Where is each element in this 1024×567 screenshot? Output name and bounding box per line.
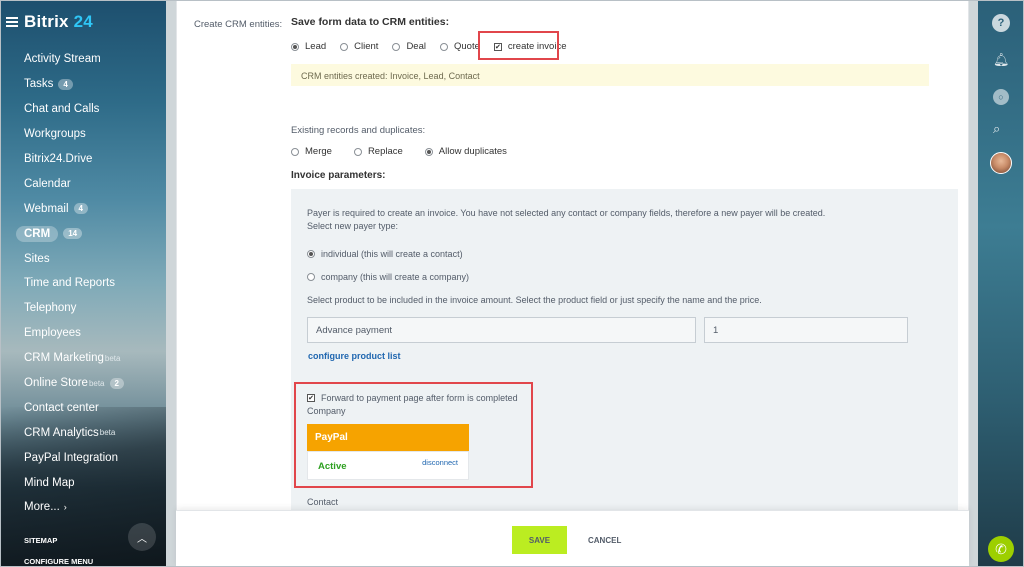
sidebar-item-crm-analytics[interactable]: CRM Analytics beta: [0, 420, 166, 445]
left-sidebar: Bitrix 24 Activity Stream Tasks 4 Chat an…: [0, 0, 166, 567]
online-store-count-badge: 2: [109, 377, 124, 389]
save-form-title: Save form data to CRM entities:: [291, 16, 450, 28]
background-strip-right: [969, 0, 978, 567]
sidebar-item-crm-marketing[interactable]: CRM Marketing beta: [0, 346, 166, 371]
payer-type-company[interactable]: company (this will create a company): [307, 272, 469, 282]
product-info-text: Select product to be included in the inv…: [307, 295, 762, 305]
sidebar-item-drive[interactable]: Bitrix24.Drive: [0, 147, 166, 172]
radio-lead-input[interactable]: [291, 42, 299, 51]
radio-deal[interactable]: Deal: [392, 41, 426, 52]
radio-quote-input[interactable]: [439, 42, 448, 51]
radio-merge-input[interactable]: [291, 147, 299, 156]
tasks-count-badge: 4: [58, 78, 73, 90]
radio-merge[interactable]: Merge: [291, 146, 332, 157]
payer-type-individual[interactable]: individual (this will create a contact): [307, 249, 463, 259]
sidebar-item-webmail[interactable]: Webmail 4: [0, 196, 166, 221]
crm-entities-notice: CRM entities created: Invoice, Lead, Con…: [291, 64, 929, 86]
sidebar-item-mind-map[interactable]: Mind Map: [0, 470, 166, 495]
configure-menu-link[interactable]: CONFIGURE MENU: [24, 557, 93, 566]
sidebar-item-telephony[interactable]: Telephony: [0, 296, 166, 321]
highlight-payment-forward: [294, 382, 533, 488]
payer-info-text: Payer is required to create an invoice. …: [307, 208, 826, 218]
sidebar-item-employees[interactable]: Employees: [0, 321, 166, 346]
highlight-create-invoice: [478, 31, 559, 60]
more-arrow-icon: ›: [63, 502, 67, 513]
radio-lead[interactable]: Lead: [291, 41, 326, 52]
sidebar-item-crm[interactable]: CRM 14: [0, 221, 166, 246]
radio-allow-duplicates[interactable]: Allow duplicates: [424, 146, 507, 157]
help-icon[interactable]: ?: [992, 14, 1010, 32]
sidebar-item-tasks[interactable]: Tasks 4: [0, 72, 166, 97]
search-icon[interactable]: ⌕: [993, 121, 1000, 137]
radio-client[interactable]: Client: [340, 41, 378, 52]
sidebar-item-workgroups[interactable]: Workgroups: [0, 122, 166, 147]
brand-logo[interactable]: Bitrix 24: [24, 12, 93, 32]
sidebar-item-activity-stream[interactable]: Activity Stream: [0, 47, 166, 72]
background-strip-left: [166, 0, 176, 567]
sidebar-item-online-store[interactable]: Online Store beta 2: [0, 371, 166, 396]
form-footer: SAVE CANCEL: [176, 510, 969, 567]
phone-icon[interactable]: ✆: [988, 536, 1014, 562]
cancel-button[interactable]: CANCEL: [588, 526, 621, 554]
radio-company-input[interactable]: [307, 273, 315, 281]
right-panel: ? 🔔︎ ○ ⌕ ✆: [978, 0, 1024, 567]
avatar[interactable]: [990, 152, 1012, 174]
sidebar-item-contact-center[interactable]: Contact center: [0, 395, 166, 420]
product-quantity-field[interactable]: 1: [704, 317, 908, 343]
save-button[interactable]: SAVE: [512, 526, 567, 554]
webmail-count-badge: 4: [73, 203, 88, 215]
radio-client-input[interactable]: [340, 42, 349, 51]
sidebar-item-paypal-integration[interactable]: PayPal Integration: [0, 445, 166, 470]
duplicates-label: Existing records and duplicates:: [291, 125, 426, 136]
sidebar-item-calendar[interactable]: Calendar: [0, 171, 166, 196]
configure-product-list-link[interactable]: configure product list: [308, 351, 401, 361]
product-name-field[interactable]: Advance payment: [307, 317, 696, 343]
chat-icon[interactable]: ○: [993, 89, 1009, 105]
sidebar-item-sites[interactable]: Sites: [0, 246, 166, 271]
contact-label: Contact: [307, 497, 339, 507]
crm-count-badge: 14: [63, 228, 83, 240]
invoice-parameters-title: Invoice parameters:: [291, 170, 386, 181]
sidebar-item-chat-and-calls[interactable]: Chat and Calls: [0, 97, 166, 122]
sidebar-menu: Activity Stream Tasks 4 Chat and Calls Wo…: [0, 47, 166, 520]
radio-replace[interactable]: Replace: [353, 146, 403, 157]
radio-deal-input[interactable]: [392, 42, 401, 51]
radio-allow-duplicates-input[interactable]: [424, 147, 433, 156]
payer-type-label: Select new payer type:: [307, 221, 399, 231]
radio-quote[interactable]: Quote: [439, 41, 480, 52]
bell-icon[interactable]: 🔔︎: [993, 52, 1010, 68]
sitemap-link[interactable]: SITEMAP: [24, 536, 57, 545]
radio-replace-input[interactable]: [353, 147, 362, 156]
collapse-up-icon[interactable]: ︿: [128, 523, 156, 551]
brand: Bitrix 24: [6, 12, 93, 32]
sidebar-item-more[interactable]: More... ›: [0, 495, 166, 520]
hamburger-menu-icon[interactable]: [6, 17, 18, 27]
duplicates-radio-group: Merge Replace Allow duplicates: [291, 146, 521, 157]
crm-entities-label: Create CRM entities:: [194, 19, 283, 30]
radio-individual-input[interactable]: [307, 250, 315, 258]
sidebar-item-time-and-reports[interactable]: Time and Reports: [0, 271, 166, 296]
